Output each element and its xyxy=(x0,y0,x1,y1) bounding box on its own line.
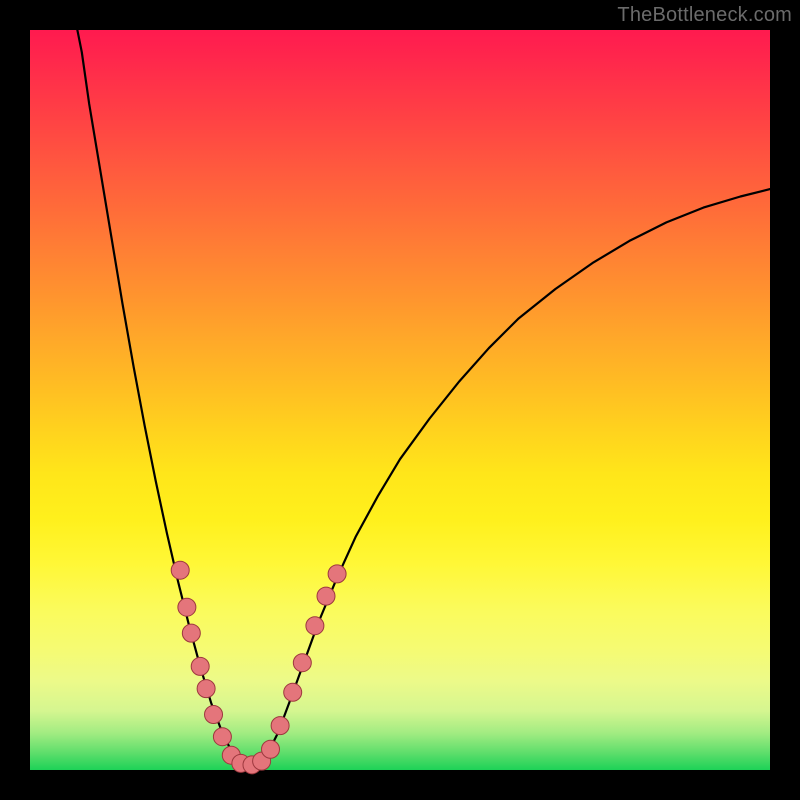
plot-area xyxy=(30,30,770,770)
data-point xyxy=(213,728,231,746)
data-point xyxy=(271,717,289,735)
data-point xyxy=(197,680,215,698)
data-point xyxy=(178,598,196,616)
chart-frame: TheBottleneck.com xyxy=(0,0,800,800)
data-point xyxy=(205,706,223,724)
data-point xyxy=(171,561,189,579)
data-point xyxy=(284,683,302,701)
data-point xyxy=(306,617,324,635)
data-point xyxy=(328,565,346,583)
data-point xyxy=(293,654,311,672)
data-point xyxy=(191,657,209,675)
data-point xyxy=(317,587,335,605)
data-point xyxy=(182,624,200,642)
data-point xyxy=(262,740,280,758)
curve-path xyxy=(74,15,770,766)
chart-svg xyxy=(30,30,770,770)
watermark-text: TheBottleneck.com xyxy=(617,4,792,27)
